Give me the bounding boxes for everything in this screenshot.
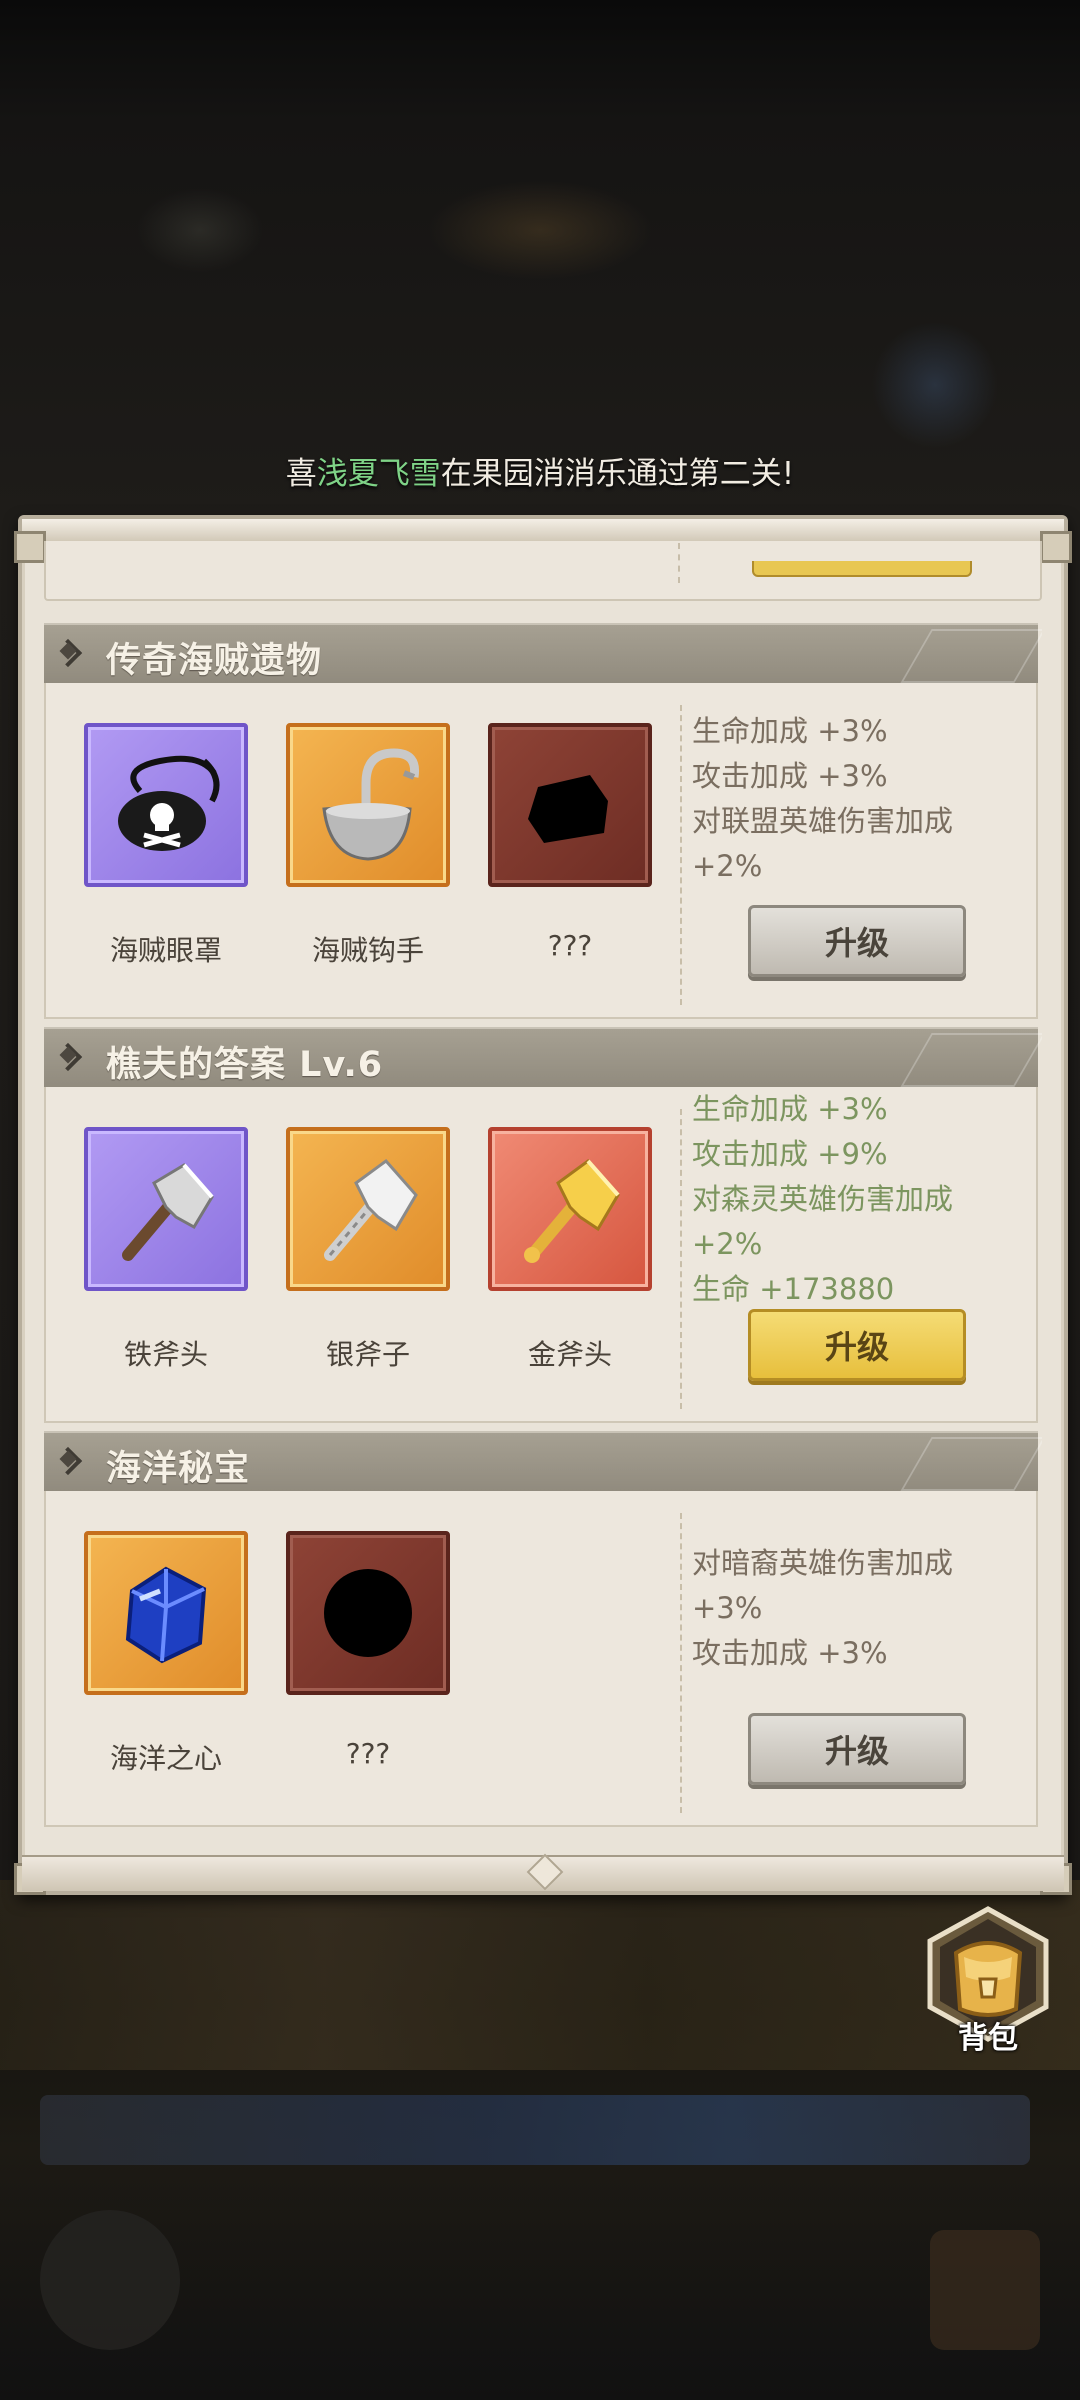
stat-line: +3% <box>692 1591 763 1625</box>
relic-item[interactable]: ??? <box>488 723 658 962</box>
stat-line: +2% <box>692 849 763 883</box>
backpack-button[interactable]: 背包 <box>918 1905 1058 2065</box>
divider <box>680 1513 682 1813</box>
item-name: 海洋之心 <box>109 1742 222 1775</box>
stat-line: 对联盟英雄伤害加成 <box>692 804 954 838</box>
relic-item[interactable]: 海洋之心 <box>84 1531 254 1777</box>
stat-line: 攻击加成 +3% <box>692 1636 888 1670</box>
item-name: 金斧头 <box>527 1338 612 1371</box>
item-name: 海贼眼罩 <box>109 934 222 967</box>
iron-axe-icon[interactable] <box>84 1127 248 1291</box>
eyepatch-icon[interactable] <box>84 723 248 887</box>
silver-axe-icon[interactable] <box>286 1127 450 1291</box>
unknown-item-icon[interactable] <box>488 723 652 887</box>
gold-axe-icon[interactable] <box>488 1127 652 1291</box>
frame-corner <box>1040 531 1072 563</box>
bonus-stats: 生命加成 +3% 攻击加成 +9% 对森灵英雄伤害加成 +2% 生命 +1738… <box>692 1087 953 1312</box>
relic-item[interactable]: 海贼眼罩 <box>84 723 254 969</box>
backpack-label: 背包 <box>958 2021 1018 2056</box>
previous-relic-card <box>44 541 1042 601</box>
item-name: 海贼钩手 <box>311 934 424 967</box>
section-body: 铁斧头 银斧子 金斧头 生命加成 +3% 攻击加成 +9% 对森灵英雄伤害加成 … <box>44 1087 1038 1423</box>
stat-line: 攻击加成 +9% <box>692 1137 888 1171</box>
bonus-stats: 生命加成 +3% 攻击加成 +3% 对联盟英雄伤害加成 +2% <box>692 709 953 889</box>
upgrade-button[interactable]: 升级 <box>748 905 966 977</box>
divider <box>680 705 682 1005</box>
divider <box>680 1109 682 1409</box>
section-header: 传奇海贼遗物 <box>44 623 1042 683</box>
relic-set-pirate: 传奇海贼遗物 海贼眼罩 海贼钩手 ??? 生命加成 +3% 攻击加成 +3% 对… <box>44 623 1042 1019</box>
relic-item[interactable]: ??? <box>286 1531 456 1770</box>
section-title: 海洋秘宝 <box>106 1449 251 1489</box>
relic-set-woodcutter: 樵夫的答案 Lv.6 铁斧头 银斧子 金斧头 生命加成 +3% 攻击加成 +9%… <box>44 1027 1042 1423</box>
broadcast-player-name: 浅夏飞雪 <box>316 456 441 492</box>
stat-line: 生命 +173880 <box>692 1272 895 1306</box>
unknown-item-icon[interactable] <box>286 1531 450 1695</box>
section-title: 樵夫的答案 Lv.6 <box>106 1045 384 1085</box>
item-name: 铁斧头 <box>123 1338 208 1371</box>
frame-gem <box>526 1853 564 1891</box>
section-body: 海洋之心 ??? 对暗裔英雄伤害加成 +3% 攻击加成 +3% 升级 <box>44 1491 1038 1827</box>
header-decoration <box>900 1437 1042 1491</box>
bonus-stats: 对暗裔英雄伤害加成 +3% 攻击加成 +3% <box>692 1541 953 1676</box>
previous-upgrade-button[interactable] <box>752 561 972 577</box>
stat-line: 生命加成 +3% <box>692 1092 888 1126</box>
panel-top-frame <box>22 519 1064 543</box>
background-icon <box>930 2230 1040 2350</box>
relic-item[interactable]: 铁斧头 <box>84 1127 254 1373</box>
item-name: ??? <box>345 1737 391 1770</box>
panel-bottom-frame <box>22 1853 1064 1891</box>
item-name: 银斧子 <box>325 1338 410 1371</box>
header-decoration <box>900 629 1042 683</box>
background-joystick <box>40 2210 180 2350</box>
relic-panel: 传奇海贼遗物 海贼眼罩 海贼钩手 ??? 生命加成 +3% 攻击加成 +3% 对… <box>14 515 1072 1895</box>
section-body: 海贼眼罩 海贼钩手 ??? 生命加成 +3% 攻击加成 +3% 对联盟英雄伤害加… <box>44 683 1038 1019</box>
upgrade-button[interactable]: 升级 <box>748 1713 966 1785</box>
background-bar <box>40 2095 1030 2165</box>
section-header: 海洋秘宝 <box>44 1431 1042 1491</box>
item-name: ??? <box>547 929 593 962</box>
broadcast-text: 在果园消消乐通过第二关! <box>440 456 795 492</box>
relic-item[interactable]: 金斧头 <box>488 1127 658 1373</box>
section-title: 传奇海贼遗物 <box>106 641 323 681</box>
ocean-gem-icon[interactable] <box>84 1531 248 1695</box>
stat-line: 攻击加成 +3% <box>692 759 888 793</box>
stat-line: 生命加成 +3% <box>692 714 888 748</box>
section-header: 樵夫的答案 Lv.6 <box>44 1027 1042 1087</box>
header-decoration <box>900 1033 1042 1087</box>
frame-corner <box>14 531 46 563</box>
relic-item[interactable]: 海贼钩手 <box>286 723 456 969</box>
stat-line: +2% <box>692 1227 763 1261</box>
hook-icon[interactable] <box>286 723 450 887</box>
divider <box>678 543 680 583</box>
relic-item[interactable]: 银斧子 <box>286 1127 456 1373</box>
relic-set-ocean: 海洋秘宝 海洋之心 ??? 对暗裔英雄伤害加成 +3% 攻击加成 +3% 升级 <box>44 1431 1042 1827</box>
upgrade-button[interactable]: 升级 <box>748 1309 966 1381</box>
broadcast-prefix: 喜 <box>285 456 317 492</box>
stat-line: 对暗裔英雄伤害加成 <box>692 1546 954 1580</box>
relic-scroll-list[interactable]: 传奇海贼遗物 海贼眼罩 海贼钩手 ??? 生命加成 +3% 攻击加成 +3% 对… <box>44 541 1042 1851</box>
broadcast-message: 喜浅夏飞雪在果园消消乐通过第二关! <box>0 448 1080 493</box>
stat-line: 对森灵英雄伤害加成 <box>692 1182 954 1216</box>
